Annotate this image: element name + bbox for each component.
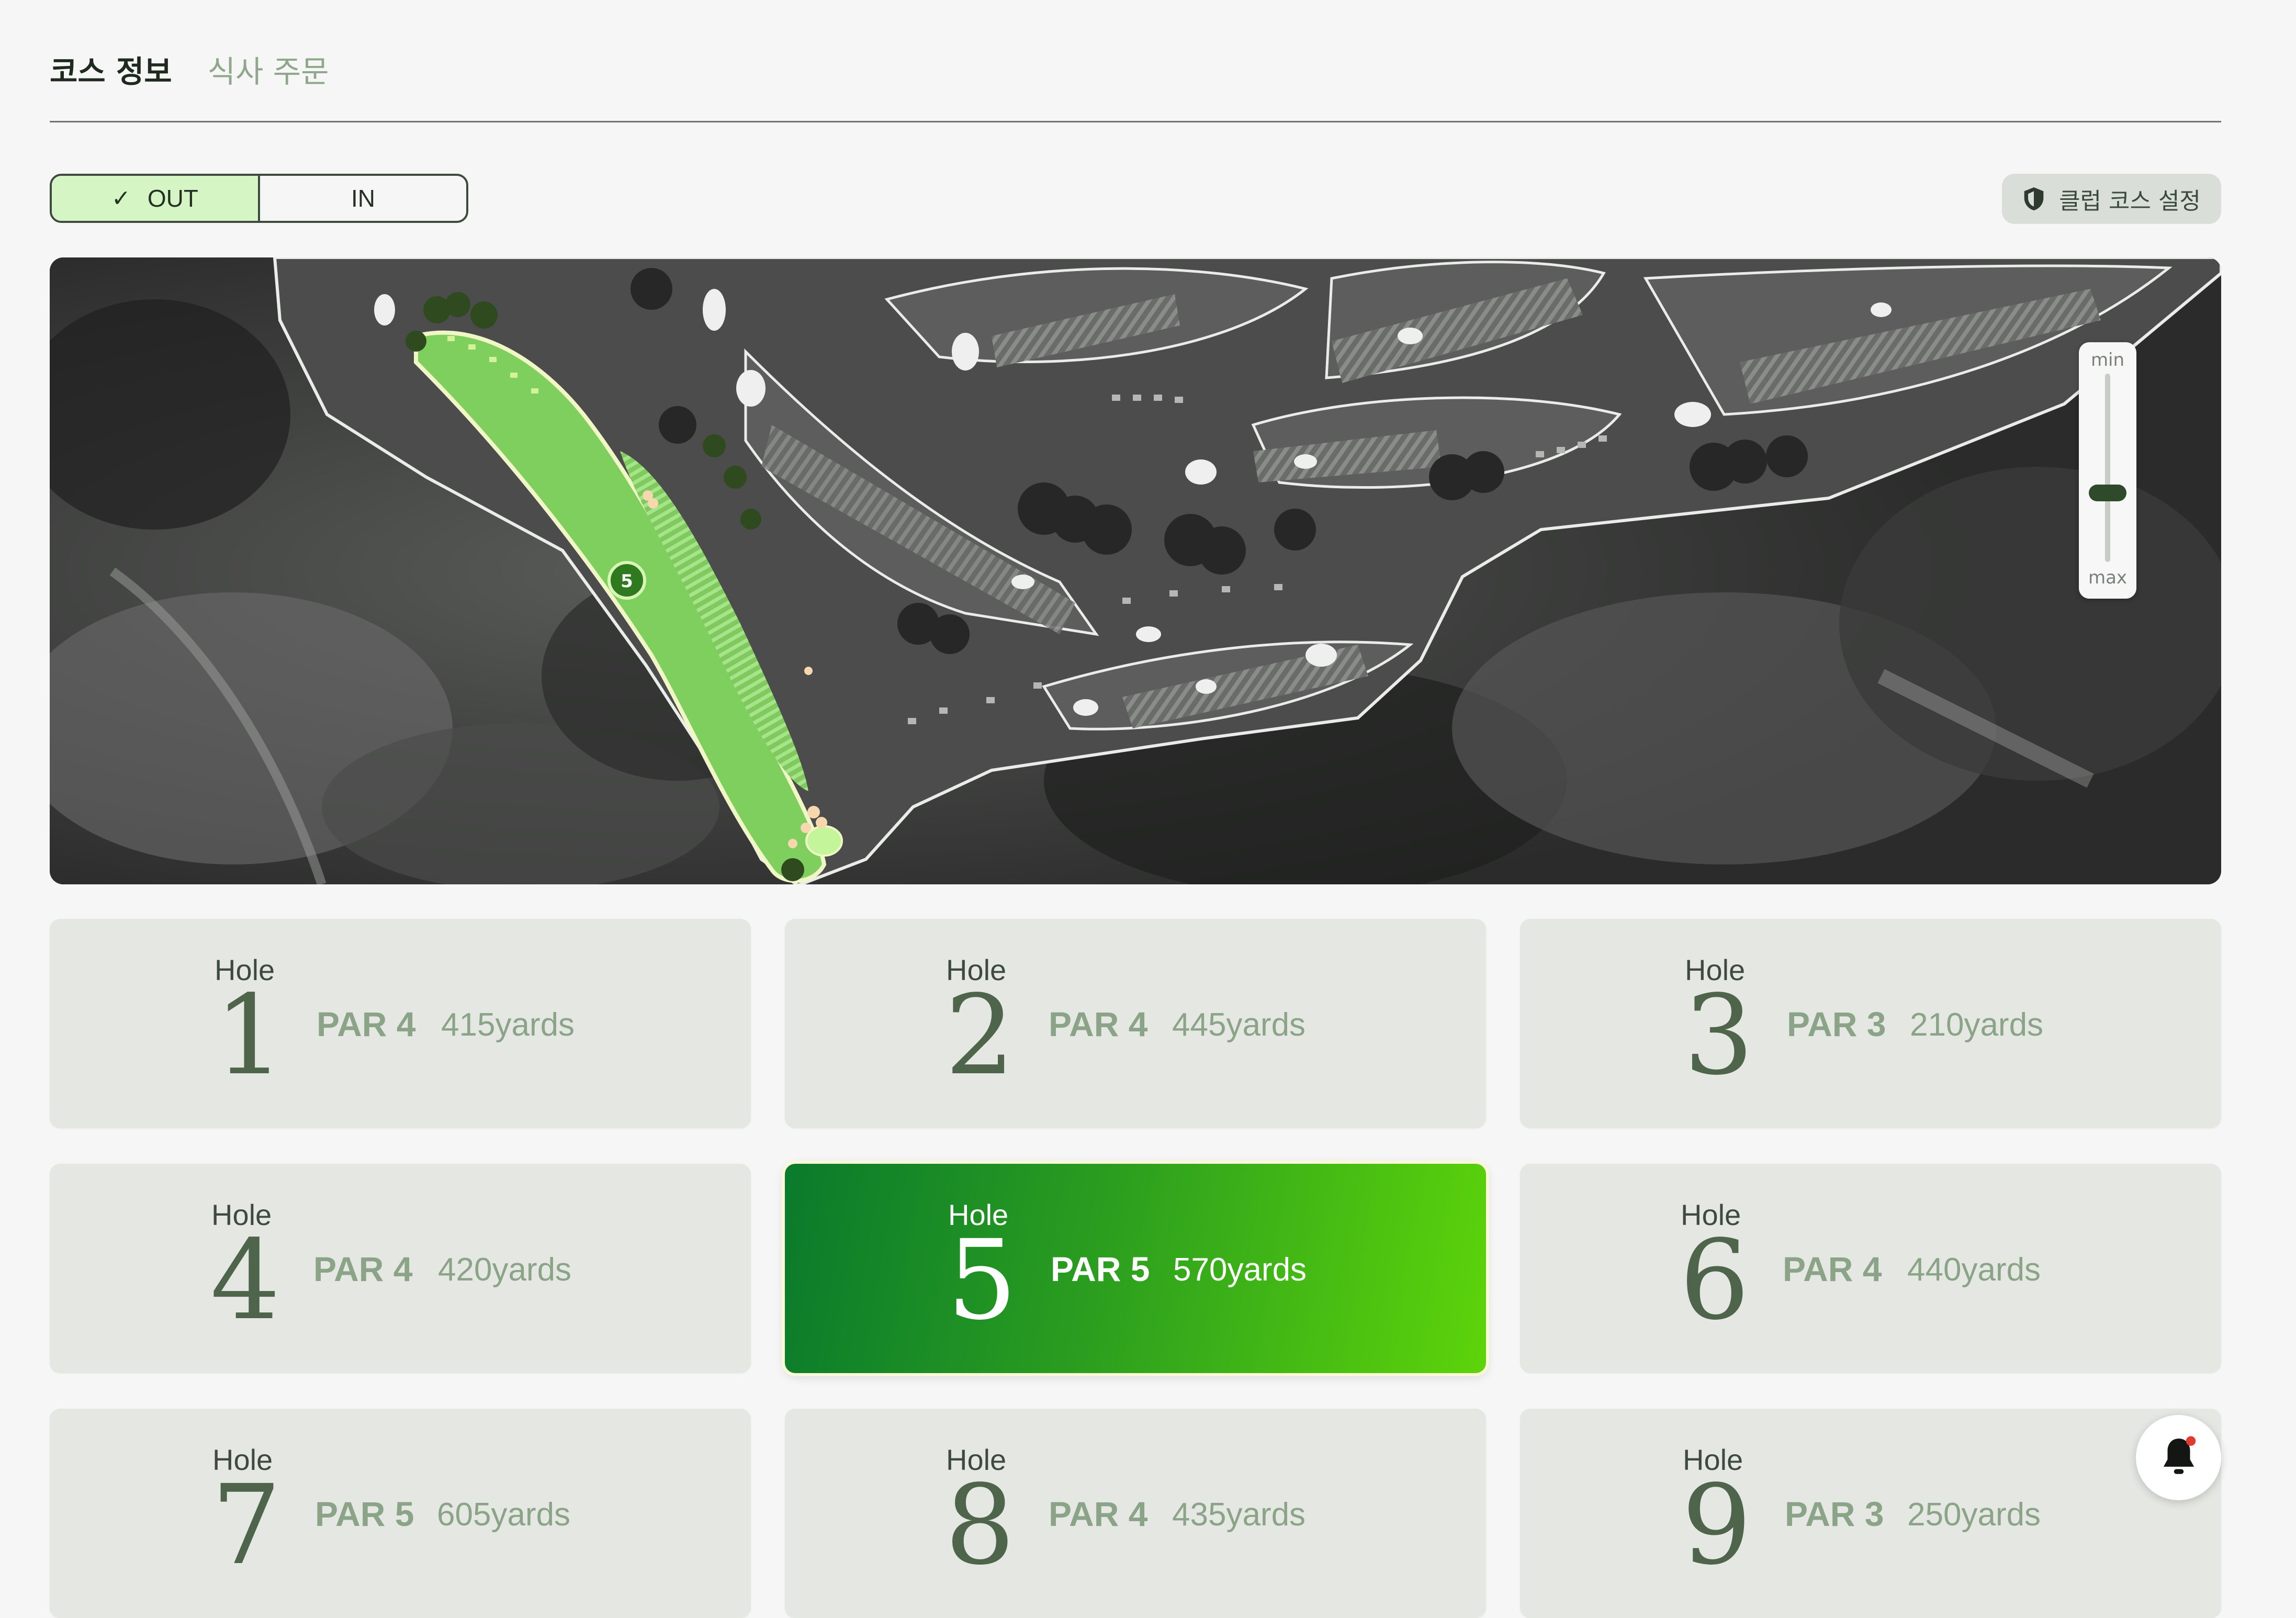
hole-card-2[interactable]: Hole 2 PAR 4 445yards	[785, 919, 1486, 1128]
hole-card-4[interactable]: Hole 4 PAR 4 420yards	[50, 1164, 751, 1373]
hole-yards: 440yards	[1907, 1252, 2041, 1288]
shield-icon	[2024, 187, 2044, 210]
hole-number: 2	[945, 971, 1015, 1099]
club-course-settings-button[interactable]: 클럽 코스 설정	[2002, 174, 2221, 224]
notification-button[interactable]	[2136, 1415, 2221, 1500]
hole-card-1[interactable]: Hole 1 PAR 4 415yards	[50, 919, 751, 1128]
segment-out-label: OUT	[147, 185, 198, 212]
hole-number: 3	[1684, 971, 1754, 1099]
hole-yards: 250yards	[1907, 1497, 2041, 1533]
hole-par: PAR 5	[315, 1495, 414, 1533]
tab-course-info[interactable]: 코스 정보	[50, 47, 172, 91]
zoom-thumb[interactable]	[2089, 485, 2126, 501]
hole-yards: 605yards	[437, 1497, 571, 1533]
hole-number: 8	[945, 1461, 1015, 1589]
zoom-track[interactable]	[2105, 374, 2110, 562]
course-map-canvas: 5	[50, 257, 2221, 884]
hole-yards: 445yards	[1172, 1007, 1306, 1043]
out-in-segmented-control: ✓ OUT IN	[50, 174, 468, 223]
hole-number: 5	[947, 1216, 1017, 1344]
hole-par: PAR 3	[1785, 1495, 1884, 1533]
hole-number: 6	[1680, 1216, 1750, 1344]
hole-par: PAR 5	[1051, 1250, 1150, 1288]
hole-yards: 210yards	[1910, 1007, 2044, 1043]
map-zoom-slider[interactable]: min max	[2079, 342, 2136, 599]
hole-card-8[interactable]: Hole 8 PAR 4 435yards	[785, 1409, 1486, 1618]
hole-marker-label: 5	[621, 571, 633, 592]
hole-card-7[interactable]: Hole 7 PAR 5 605yards	[50, 1409, 751, 1618]
hole-par: PAR 4	[317, 1005, 416, 1043]
tab-food-order[interactable]: 식사 주문	[208, 47, 329, 91]
check-icon: ✓	[111, 185, 131, 211]
hole-par: PAR 4	[1783, 1250, 1882, 1288]
segment-in-button[interactable]: IN	[260, 176, 466, 221]
hole-yards: 435yards	[1172, 1497, 1306, 1533]
bell-icon	[2163, 1436, 2196, 1474]
hole-yards: 420yards	[438, 1252, 572, 1288]
hole-number: 4	[210, 1216, 280, 1344]
zoom-max-label: max	[2088, 567, 2128, 588]
hole-card-3[interactable]: Hole 3 PAR 3 210yards	[1520, 919, 2221, 1128]
hole-number: 9	[1682, 1461, 1752, 1589]
hole-card-5[interactable]: Hole 5 PAR 5 570yards	[785, 1164, 1486, 1373]
club-course-settings-label: 클럽 코스 설정	[2059, 188, 2201, 215]
segment-in-label: IN	[351, 185, 375, 212]
hole-card-9[interactable]: Hole 9 PAR 3 250yards	[1520, 1409, 2221, 1618]
hole-number: 1	[215, 971, 285, 1099]
hole-par: PAR 3	[1787, 1005, 1886, 1043]
hole-number: 7	[211, 1461, 282, 1589]
tab-divider	[50, 121, 2221, 122]
hole-par: PAR 4	[313, 1250, 413, 1288]
hole-par: PAR 4	[1049, 1495, 1148, 1533]
segment-out-button[interactable]: ✓ OUT	[52, 176, 260, 221]
zoom-min-label: min	[2090, 350, 2125, 370]
unread-dot	[2186, 1436, 2196, 1446]
course-map[interactable]: 5	[50, 257, 2221, 884]
hole-yards: 570yards	[1173, 1252, 1307, 1288]
hole-card-6[interactable]: Hole 6 PAR 4 440yards	[1520, 1164, 2221, 1373]
hole-yards: 415yards	[441, 1007, 575, 1043]
hole-par: PAR 4	[1049, 1005, 1148, 1043]
top-tabs: 코스 정보 식사 주문	[50, 47, 329, 91]
